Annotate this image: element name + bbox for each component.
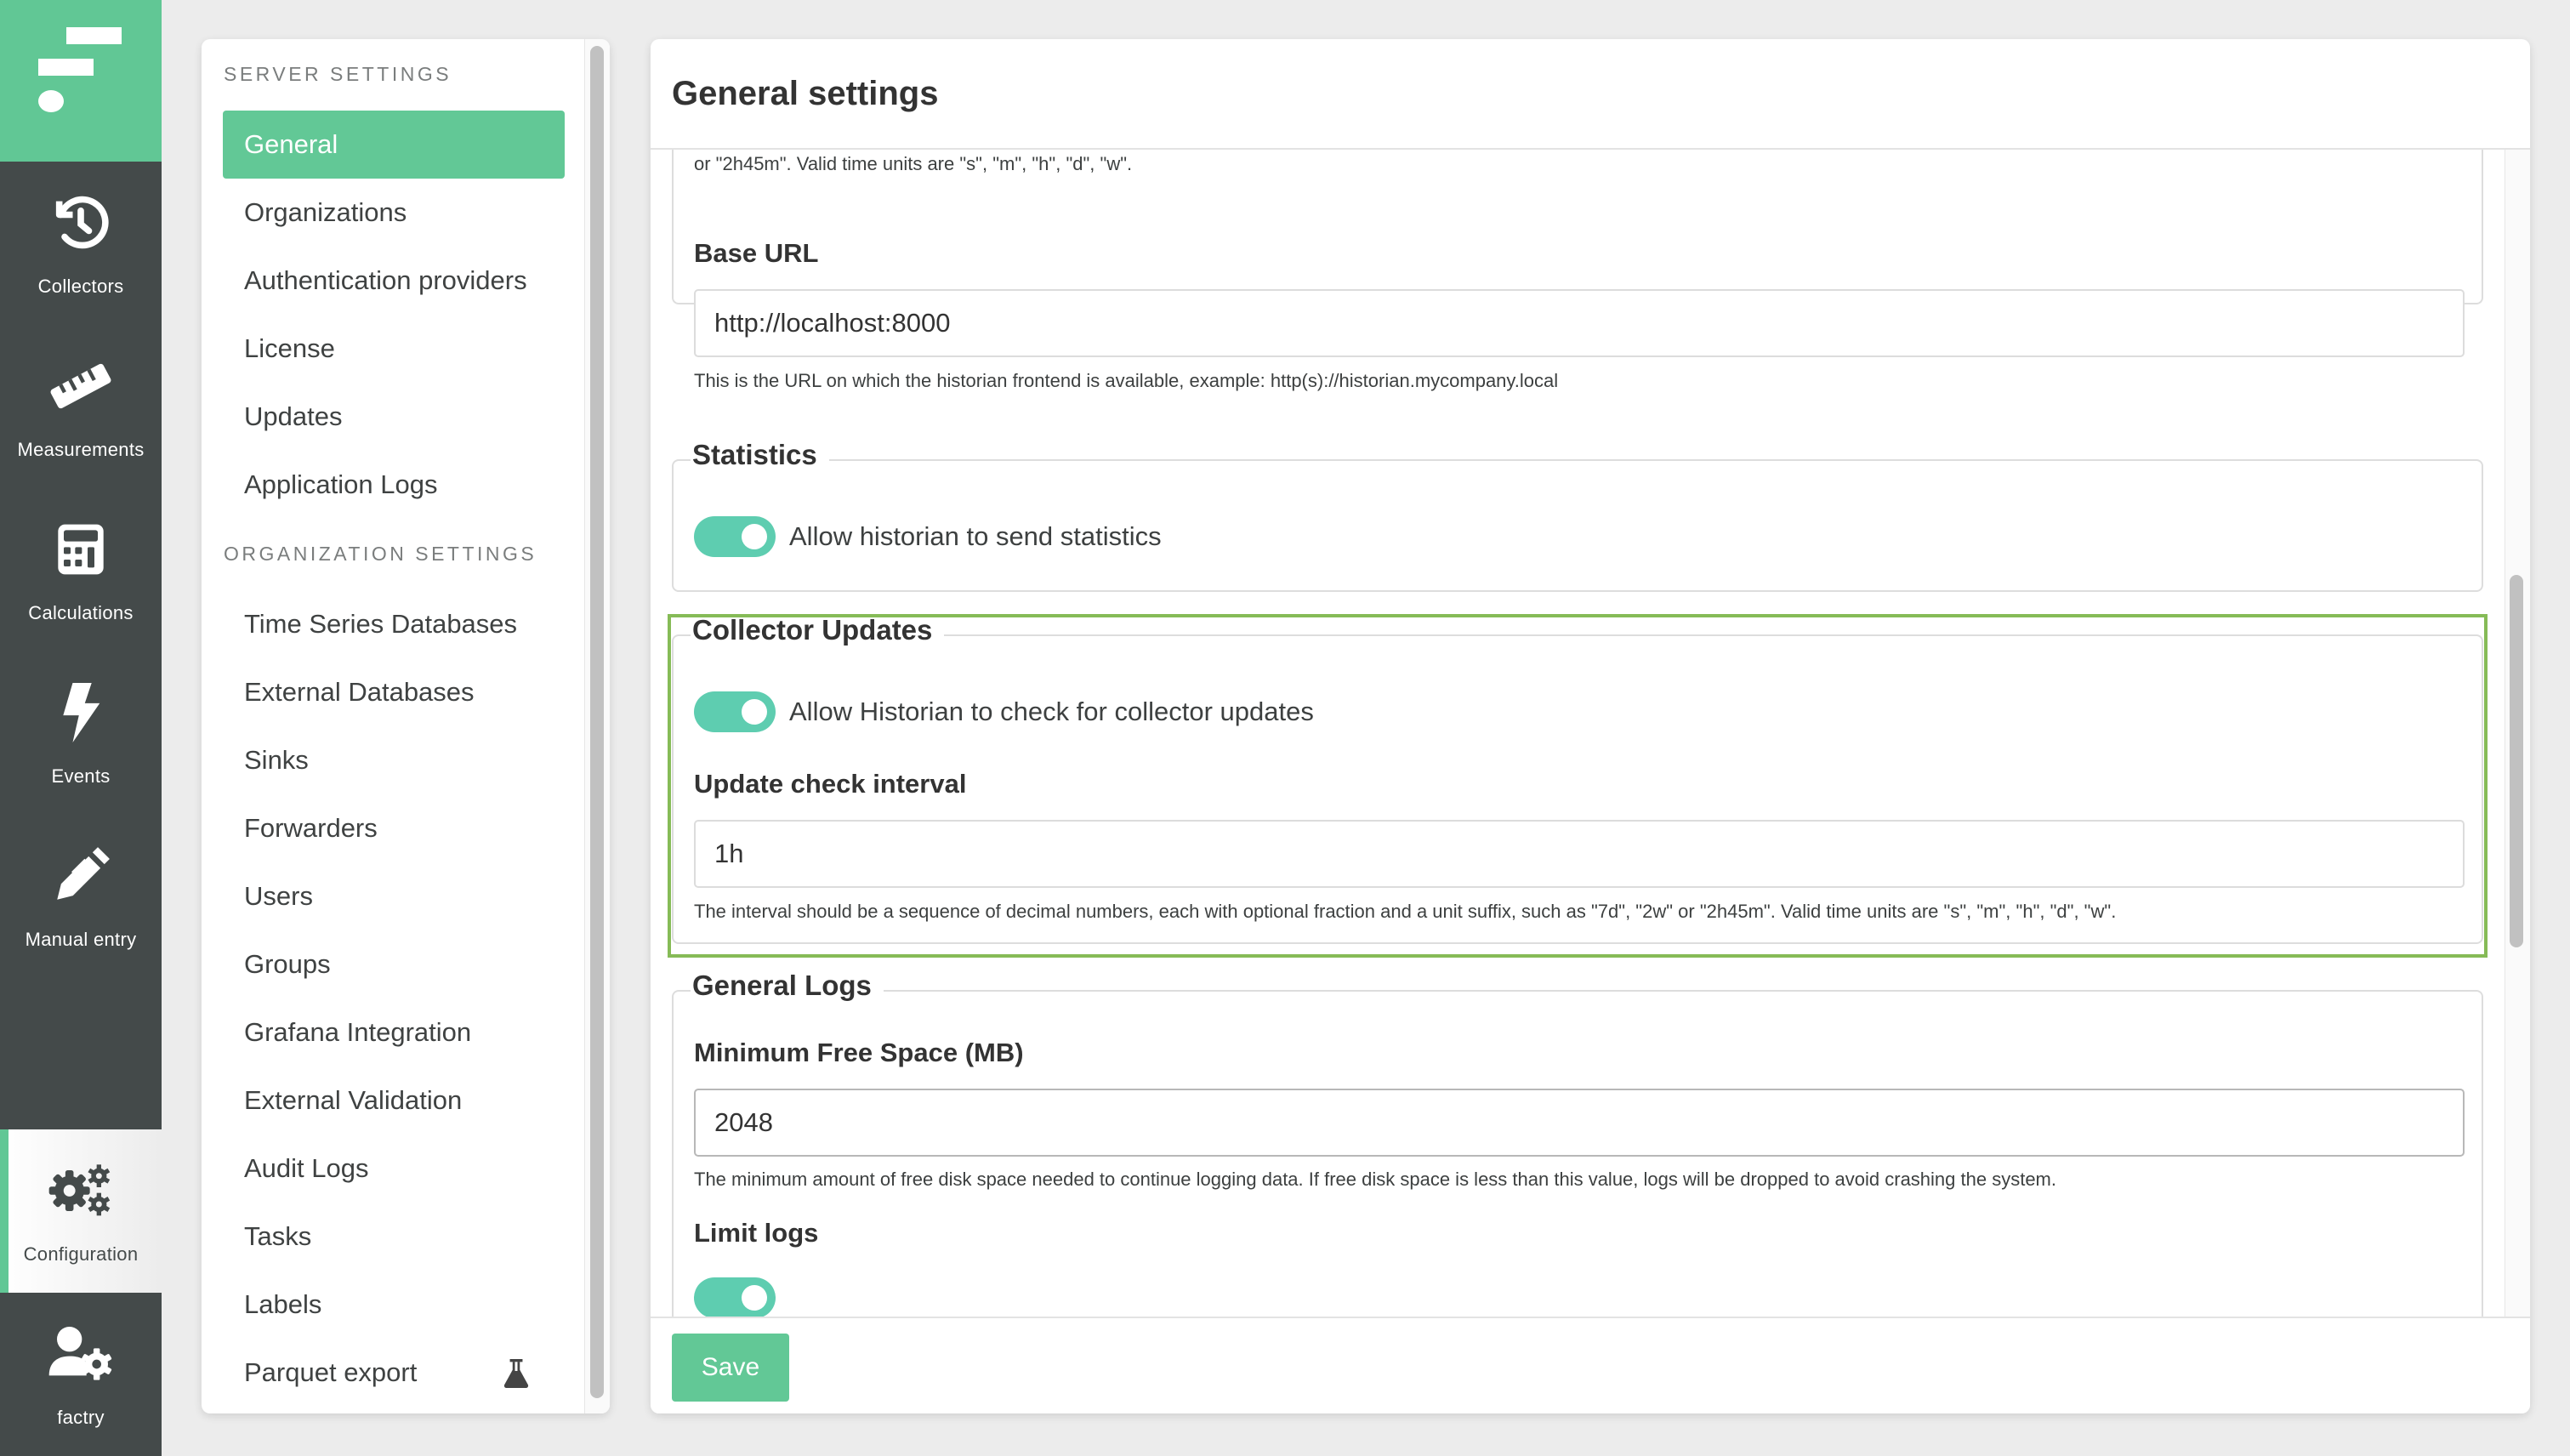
rail-item-label: Collectors (37, 276, 124, 297)
nav-item-label: Parquet export (244, 1357, 418, 1387)
nav-item-label: Groups (244, 949, 331, 979)
nav-item-label: Tasks (244, 1221, 312, 1251)
nav-item-label: Updates (244, 401, 343, 431)
nav-item-label: Users (244, 881, 313, 911)
ruler-icon (47, 352, 115, 420)
nav-item-label: Application Logs (244, 469, 438, 499)
settings-nav: Server Settings General Organizations Au… (202, 39, 610, 1413)
update-interval-label: Update check interval (694, 769, 967, 799)
nav-item-label: Time Series Databases (244, 609, 518, 639)
nav-item-authentication-providers[interactable]: Authentication providers (223, 247, 565, 315)
collector-updates-legend: Collector Updates (691, 614, 945, 646)
main-scrollbar-thumb[interactable] (2510, 575, 2523, 947)
base-url-input[interactable]: http://localhost:8000 (694, 289, 2465, 357)
history-icon (47, 189, 115, 257)
rail-item-manual-entry[interactable]: Manual entry (0, 815, 162, 978)
flask-icon (503, 1359, 529, 1388)
nav-section-organization-settings: Organization Settings (224, 543, 537, 565)
nav-item-application-logs[interactable]: Application Logs (223, 451, 565, 519)
limit-logs-toggle[interactable] (694, 1277, 776, 1317)
nav-item-sinks[interactable]: Sinks (223, 726, 565, 794)
nav-item-users[interactable]: Users (223, 862, 565, 930)
panel-header: General settings (651, 39, 2530, 150)
limit-logs-label: Limit logs (694, 1218, 819, 1248)
collector-updates-toggle[interactable] (694, 691, 776, 732)
general-logs-legend: General Logs (691, 970, 884, 1002)
rail-item-label: Measurements (17, 439, 145, 460)
base-url-label: Base URL (694, 238, 819, 268)
nav-item-label: License (244, 333, 335, 363)
nav-item-external-databases[interactable]: External Databases (223, 658, 565, 726)
rail-item-measurements[interactable]: Measurements (0, 325, 162, 488)
toggle-knob (742, 699, 767, 725)
pen-icon (47, 842, 115, 910)
nav-item-external-validation[interactable]: External Validation (223, 1066, 565, 1135)
settings-form: or "2h45m". Valid time units are "s", "m… (651, 150, 2530, 1317)
rail-item-collectors[interactable]: Collectors (0, 162, 162, 325)
rail-item-label: Calculations (28, 602, 134, 623)
rail-item-events[interactable]: Events (0, 651, 162, 815)
nav-item-labels[interactable]: Labels (223, 1271, 565, 1339)
nav-item-label: Forwarders (244, 813, 378, 843)
rail-item-label: factry (57, 1407, 105, 1428)
rail-item-configuration[interactable]: Configuration (0, 1129, 162, 1293)
min-free-space-input[interactable]: 2048 (694, 1089, 2465, 1157)
nav-item-label: Labels (244, 1289, 322, 1319)
gears-icon (47, 1157, 115, 1225)
nav-item-license[interactable]: License (223, 315, 565, 383)
factry-logo[interactable] (0, 0, 162, 162)
statistics-legend: Statistics (691, 439, 829, 471)
rail-item-calculations[interactable]: Calculations (0, 488, 162, 651)
nav-item-grafana-integration[interactable]: Grafana Integration (223, 998, 565, 1066)
nav-item-time-series-databases[interactable]: Time Series Databases (223, 590, 565, 658)
nav-item-label: Authentication providers (244, 265, 527, 295)
base-url-help: This is the URL on which the historian f… (694, 370, 1559, 391)
nav-item-organizations[interactable]: Organizations (223, 179, 565, 247)
user-gear-icon (47, 1320, 115, 1388)
statistics-toggle[interactable] (694, 516, 776, 557)
update-interval-help: The interval should be a sequence of dec… (694, 901, 2117, 922)
rail-item-label: Manual entry (25, 929, 137, 950)
rail-item-label: Configuration (23, 1243, 139, 1265)
rail-item-label: Events (51, 765, 111, 787)
truncated-help-text: or "2h45m". Valid time units are "s", "m… (694, 153, 1133, 174)
statistics-toggle-label: Allow historian to send statistics (789, 521, 1162, 551)
min-free-space-label: Minimum Free Space (MB) (694, 1038, 1024, 1067)
general-settings-panel: General settings or "2h45m". Valid time … (651, 39, 2530, 1413)
save-button[interactable]: Save (672, 1334, 789, 1402)
logo-bar (66, 27, 122, 44)
min-free-space-help: The minimum amount of free disk space ne… (694, 1169, 2056, 1190)
toggle-knob (742, 1285, 767, 1311)
nav-item-parquet-export[interactable]: Parquet export (223, 1339, 565, 1407)
bolt-icon (47, 679, 115, 747)
nav-item-forwarders[interactable]: Forwarders (223, 794, 565, 862)
nav-item-groups[interactable]: Groups (223, 930, 565, 998)
main-scrollbar[interactable] (2505, 150, 2530, 1317)
logo-bar (38, 59, 94, 76)
nav-item-general[interactable]: General (223, 111, 565, 179)
nav-scrollbar[interactable] (584, 39, 610, 1413)
nav-section-server-settings: Server Settings (224, 63, 452, 85)
nav-item-label: Sinks (244, 745, 309, 775)
nav-item-label: General (244, 129, 338, 159)
toggle-knob (742, 524, 767, 549)
nav-item-label: Grafana Integration (244, 1017, 472, 1047)
nav-item-audit-logs[interactable]: Audit Logs (223, 1135, 565, 1203)
nav-item-label: Organizations (244, 197, 407, 227)
nav-item-tasks[interactable]: Tasks (223, 1203, 565, 1271)
panel-footer: Save (651, 1317, 2530, 1413)
calculator-icon (47, 515, 115, 583)
page-title: General settings (672, 75, 939, 112)
nav-item-updates[interactable]: Updates (223, 383, 565, 451)
nav-item-label: External Databases (244, 677, 475, 707)
update-interval-input[interactable]: 1h (694, 820, 2465, 888)
app-rail: Collectors Measurements Calculations Eve… (0, 0, 162, 1456)
collector-updates-toggle-label: Allow Historian to check for collector u… (789, 697, 1314, 726)
nav-item-label: Audit Logs (244, 1153, 369, 1183)
logo-dot (38, 90, 64, 112)
nav-item-label: External Validation (244, 1085, 463, 1115)
rail-item-user[interactable]: factry (0, 1293, 162, 1456)
nav-scrollbar-thumb[interactable] (590, 46, 604, 1398)
